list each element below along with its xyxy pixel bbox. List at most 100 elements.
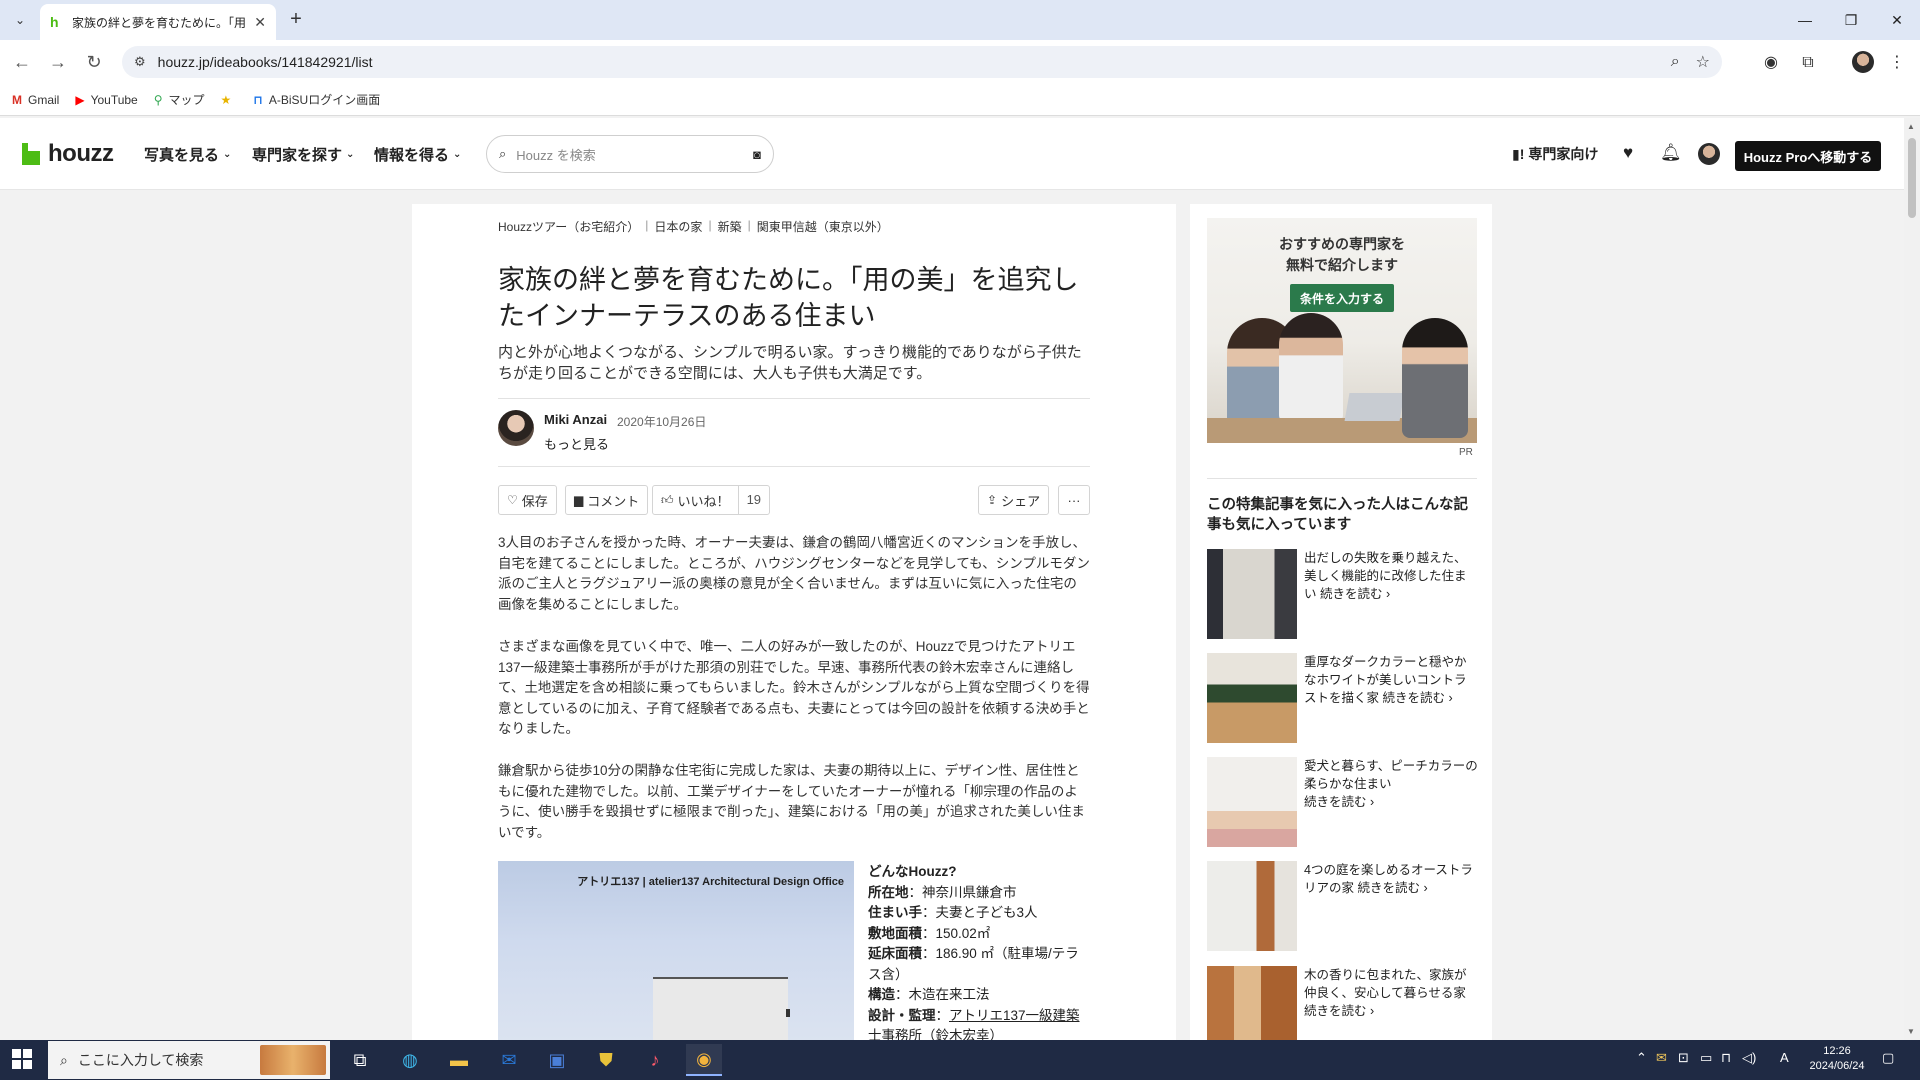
close-window-icon[interactable]: ✕ bbox=[1874, 0, 1920, 40]
author-name[interactable]: Miki Anzai bbox=[544, 412, 607, 427]
back-icon[interactable]: ← bbox=[10, 50, 34, 74]
divider bbox=[1207, 478, 1477, 479]
related-article-link[interactable]: 重厚なダークカラーと穏やかなホワイトが美しいコントラストを描く家 続きを読む › bbox=[1304, 653, 1478, 707]
ad-cta-button[interactable]: 条件を入力する bbox=[1290, 284, 1394, 312]
share-button[interactable]: ⇪ シェア bbox=[978, 485, 1050, 515]
maps-icon: ⚲ bbox=[153, 92, 163, 107]
related-thumbnail[interactable] bbox=[1207, 653, 1297, 743]
house-spec-box: どんなHouzz? 所在地：神奈川県鎌倉市 住まい手：夫妻と子ども3人 敷地面積… bbox=[868, 862, 1090, 1047]
bookmark-youtube[interactable]: ▶ YouTube bbox=[75, 93, 137, 107]
zoom-icon[interactable]: ⌕ bbox=[1671, 53, 1680, 71]
breadcrumb-item[interactable]: 関東甲信越（東京以外） bbox=[757, 218, 889, 235]
more-options-button[interactable]: ··· bbox=[1058, 485, 1090, 515]
new-tab-icon[interactable]: + bbox=[284, 8, 308, 32]
chevron-down-icon: ⌄ bbox=[346, 149, 355, 160]
word-app-icon[interactable]: ▣ bbox=[539, 1044, 575, 1076]
bookmark-icon: ⊓ bbox=[253, 92, 263, 107]
page-scrollbar[interactable]: ▲ ▼ bbox=[1904, 118, 1920, 1040]
nav-get-info[interactable]: 情報を得る ⌄ bbox=[374, 144, 461, 165]
author-more-link[interactable]: もっと見る bbox=[544, 434, 609, 453]
bookmark-star[interactable]: ★ bbox=[221, 93, 238, 107]
nav-find-pros[interactable]: 専門家を探す ⌄ bbox=[252, 144, 354, 165]
spec-structure: 構造：木造在来工法 bbox=[868, 987, 990, 1002]
houzz-logo[interactable]: houzz bbox=[22, 140, 114, 168]
task-view-icon[interactable]: ⧉ bbox=[342, 1044, 378, 1076]
related-article-link[interactable]: 愛犬と暮らす、ピーチカラーの柔らかな住まい 続きを読む › bbox=[1304, 757, 1478, 811]
related-thumbnail[interactable] bbox=[1207, 757, 1297, 847]
like-button[interactable]: 👍︎ いいね！ 19 bbox=[652, 485, 771, 515]
bookmark-abisu[interactable]: ⊓ A-BiSUログイン画面 bbox=[253, 91, 380, 108]
houzz-pro-button[interactable]: Houzz Proへ移動する bbox=[1735, 141, 1881, 171]
pro-link[interactable]: ▮! 専門家向け bbox=[1512, 144, 1598, 164]
taskbar-clock[interactable]: 12:26 2024/06/24 bbox=[1806, 1044, 1868, 1074]
heart-icon[interactable]: ♥ bbox=[1623, 143, 1633, 163]
tab-close-icon[interactable]: ✕ bbox=[254, 14, 266, 31]
scroll-down-icon[interactable]: ▼ bbox=[1907, 1027, 1915, 1036]
nav-photos[interactable]: 写真を見る ⌄ bbox=[144, 144, 231, 165]
house-exterior bbox=[653, 977, 790, 1041]
ime-indicator[interactable]: A bbox=[1780, 1050, 1789, 1065]
scrollbar-thumb[interactable] bbox=[1908, 138, 1916, 218]
related-article-link[interactable]: 木の香りに包まれた、家族が仲良く、安心して暮らせる家 続きを読む › bbox=[1304, 966, 1478, 1020]
save-button[interactable]: ♡ 保存 bbox=[498, 485, 557, 515]
tray-meet-icon[interactable]: ⊡ bbox=[1678, 1050, 1689, 1066]
restore-icon[interactable]: ❐ bbox=[1828, 0, 1874, 40]
taskbar-search-input[interactable]: ⌕ ここに入力して検索 bbox=[48, 1041, 330, 1079]
reload-icon[interactable]: ↻ bbox=[82, 50, 106, 74]
comment-button[interactable]: ▆ コメント bbox=[565, 485, 649, 515]
related-thumbnail[interactable] bbox=[1207, 861, 1297, 951]
bookmark-gmail[interactable]: M Gmail bbox=[12, 93, 59, 107]
related-thumbnail[interactable] bbox=[1207, 549, 1297, 639]
youtube-icon: ▶ bbox=[75, 92, 85, 107]
tray-mail-icon[interactable]: ✉ bbox=[1656, 1050, 1667, 1066]
related-article-link[interactable]: 4つの庭を楽しめるオーストラリアの家 続きを読む › bbox=[1304, 861, 1478, 897]
houzz-user-avatar[interactable] bbox=[1698, 143, 1720, 165]
browser-profile-avatar[interactable] bbox=[1852, 51, 1874, 73]
breadcrumb-item[interactable]: 新築 bbox=[718, 218, 742, 235]
gmail-icon: M bbox=[12, 92, 22, 107]
forward-icon[interactable]: → bbox=[46, 50, 70, 74]
scroll-up-icon[interactable]: ▲ bbox=[1907, 122, 1915, 131]
breadcrumb-item[interactable]: 日本の家 bbox=[654, 218, 702, 235]
houzz-header: houzz 写真を見る ⌄ 専門家を探す ⌄ 情報を得る ⌄ ⌕ Houzz を検索 … bbox=[0, 118, 1904, 190]
url-text[interactable]: houzz.jp/ideabooks/141842921/list bbox=[158, 54, 1655, 70]
file-explorer-icon[interactable]: ▬ bbox=[441, 1044, 477, 1076]
extensions-puzzle-icon[interactable]: ⧉ bbox=[1797, 52, 1819, 74]
related-article-link[interactable]: 出だしの失敗を乗り越えた、美しく機能的に改修した住まい 続きを読む › bbox=[1304, 549, 1478, 603]
article-photo[interactable]: アトリエ137 | atelier137 Architectural Desig… bbox=[498, 861, 854, 1041]
site-info-icon[interactable]: ⚙ bbox=[134, 54, 146, 70]
tray-network-icon[interactable]: ⊓ bbox=[1721, 1050, 1731, 1066]
author-avatar[interactable] bbox=[498, 410, 534, 446]
bookmark-maps[interactable]: ⚲ マップ bbox=[154, 91, 205, 108]
related-thumbnail[interactable] bbox=[1207, 966, 1297, 1040]
tab-search-chevron-icon[interactable]: ⌄ bbox=[8, 8, 32, 32]
chevron-down-icon: ⌄ bbox=[223, 149, 232, 160]
star-bookmark-icon: ★ bbox=[220, 92, 232, 107]
music-icon[interactable]: ♪ bbox=[637, 1044, 673, 1076]
camera-icon[interactable]: ◙ bbox=[753, 147, 761, 162]
pr-label: PR bbox=[1459, 447, 1473, 458]
browser-tab-active[interactable]: h 家族の絆と夢を育むために。「用の美」 ✕ bbox=[40, 4, 276, 40]
tray-volume-icon[interactable]: ◁) bbox=[1742, 1050, 1756, 1066]
photo-credit[interactable]: アトリエ137 | atelier137 Architectural Desig… bbox=[577, 873, 844, 889]
minimize-icon[interactable]: — bbox=[1782, 0, 1828, 40]
article-title: 家族の絆と夢を育むために。「用の美」を追究したインナーテラスのある住まい bbox=[498, 265, 1079, 331]
tray-display-icon[interactable]: ▭ bbox=[1700, 1050, 1712, 1066]
pro-matching-ad[interactable]: おすすめの専門家を 無料で紹介します 条件を入力する bbox=[1207, 218, 1477, 443]
tray-chevron-icon[interactable]: ⌃ bbox=[1636, 1050, 1647, 1066]
outlook-icon[interactable]: ✉ bbox=[491, 1044, 527, 1076]
omnibox[interactable]: ⚙ houzz.jp/ideabooks/141842921/list ⌕ ☆ bbox=[122, 46, 1722, 78]
edge-icon[interactable]: ◍ bbox=[392, 1044, 428, 1076]
bookmark-star-icon[interactable]: ☆ bbox=[1696, 52, 1710, 72]
houzz-favicon-icon: h bbox=[50, 14, 59, 30]
houzz-search-input[interactable]: ⌕ Houzz を検索 ◙ bbox=[486, 135, 774, 173]
browser-menu-icon[interactable]: ⋮ bbox=[1886, 52, 1908, 74]
extension-globe-icon[interactable]: ◉ bbox=[1760, 52, 1782, 74]
app-shield-icon[interactable]: ⛊ bbox=[588, 1044, 624, 1076]
windows-start-icon[interactable] bbox=[12, 1049, 32, 1069]
notification-icon[interactable]: ▢ bbox=[1882, 1050, 1894, 1066]
breadcrumb-item[interactable]: Houzzツアー（お宅紹介） bbox=[498, 218, 639, 235]
bell-icon[interactable]: 🔔︎ bbox=[1660, 143, 1682, 163]
chrome-icon[interactable]: ◉ bbox=[686, 1044, 722, 1076]
thumbs-up-icon: 👍︎ bbox=[661, 492, 674, 507]
